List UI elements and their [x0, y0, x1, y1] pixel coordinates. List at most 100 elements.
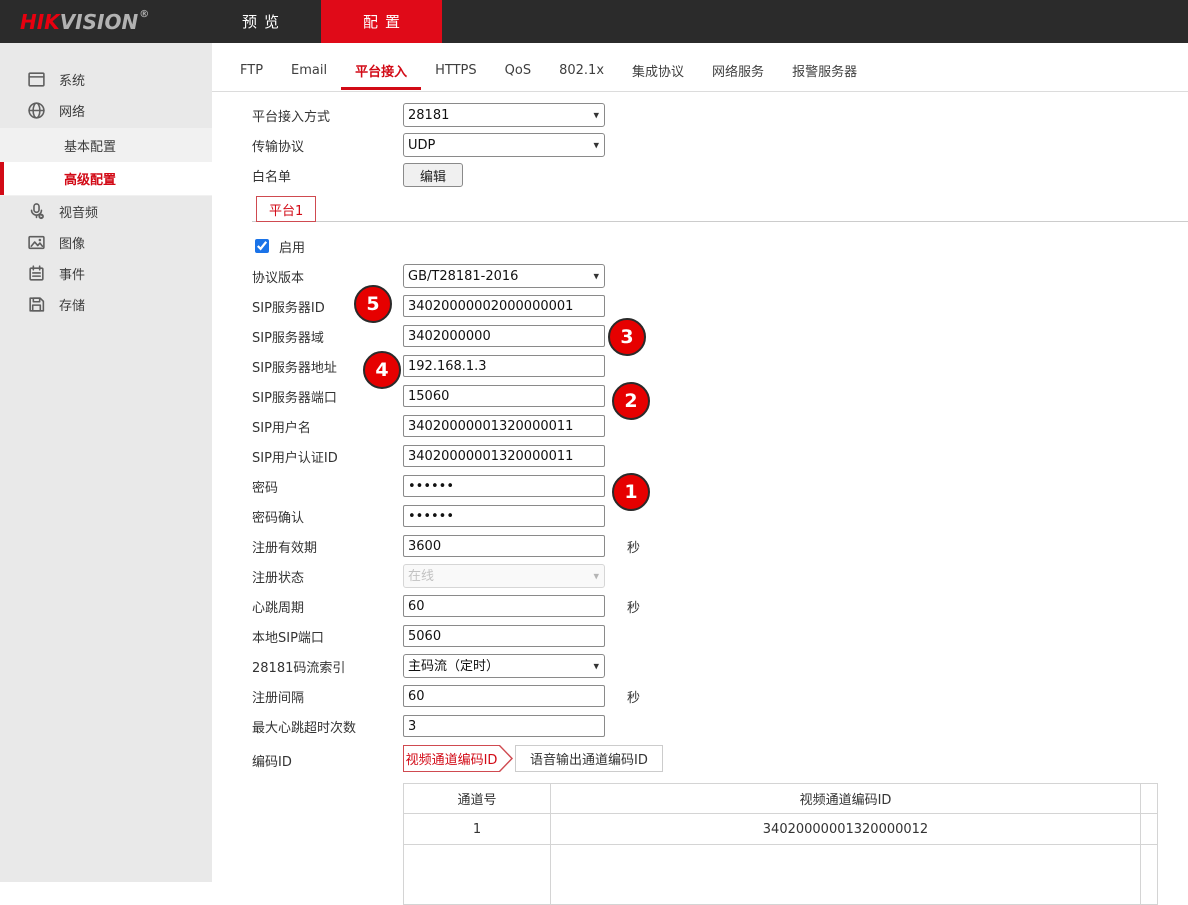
local-sip-port-label: 本地SIP端口 — [252, 627, 403, 646]
table-row[interactable]: 1 34020000001320000012 — [404, 814, 1158, 845]
video-channel-encode-id-header: 视频通道编码ID — [551, 784, 1141, 814]
tab-audio-output-channel-encode-id[interactable]: 语音输出通道编码ID — [515, 745, 663, 772]
tab-ftp[interactable]: FTP — [226, 53, 277, 90]
tab-alarm-server[interactable]: 报警服务器 — [778, 53, 871, 90]
form-row-sip-auth-id: SIP用户认证ID — [212, 441, 1188, 471]
protocol-version-label: 协议版本 — [252, 267, 403, 286]
form-row-platform-access-mode: 平台接入方式 28181 ▾ — [212, 100, 1188, 130]
tab-label: 视频通道编码ID — [403, 745, 500, 772]
sidebar-item-label: 存储 — [59, 295, 85, 314]
tab-email[interactable]: Email — [277, 53, 341, 90]
form-row-whitelist: 白名单 编辑 — [212, 160, 1188, 190]
register-interval-input[interactable] — [403, 685, 605, 707]
max-heartbeat-timeout-input[interactable] — [403, 715, 605, 737]
form-row-sip-server-address: SIP服务器地址 — [212, 351, 1188, 381]
storage-icon — [27, 295, 46, 314]
channel-number-cell: 1 — [404, 814, 551, 845]
register-status-label: 注册状态 — [252, 567, 403, 586]
sidebar-item-system[interactable]: 系统 — [0, 64, 212, 95]
main-content: FTP Email 平台接入 HTTPS QoS 802.1x 集成协议 网络服… — [212, 43, 1188, 905]
annotation-badge-2: 2 — [612, 382, 650, 420]
tab-network-service[interactable]: 网络服务 — [698, 53, 778, 90]
password-confirm-input[interactable] — [403, 505, 605, 527]
encode-id-table: 通道号 视频通道编码ID 1 34020000001320000012 — [403, 783, 1158, 905]
enable-checkbox[interactable] — [255, 239, 269, 253]
transport-protocol-select[interactable]: UDP — [403, 133, 605, 157]
settings-tabbar: FTP Email 平台接入 HTTPS QoS 802.1x 集成协议 网络服… — [212, 43, 1188, 92]
form-row-max-heartbeat-timeout: 最大心跳超时次数 — [212, 711, 1188, 741]
table-row[interactable] — [404, 845, 1158, 905]
table-col-spacer — [1141, 845, 1158, 905]
seconds-unit: 秒 — [627, 687, 640, 706]
tab-platform-1[interactable]: 平台1 — [256, 196, 316, 222]
whitelist-edit-button[interactable]: 编辑 — [403, 163, 463, 187]
register-validity-label: 注册有效期 — [252, 537, 403, 556]
form-row-stream-index: 28181码流索引 主码流（定时） ▾ — [212, 651, 1188, 681]
protocol-version-select-wrap: GB/T28181-2016 ▾ — [403, 264, 605, 288]
sip-server-domain-input[interactable] — [403, 325, 605, 347]
form-row-heartbeat-interval: 心跳周期 秒 — [212, 591, 1188, 621]
nav-tab-preview[interactable]: 预览 — [200, 0, 321, 43]
sip-server-id-input[interactable] — [403, 295, 605, 317]
password-confirm-label: 密码确认 — [252, 507, 403, 526]
sidebar-item-label: 网络 — [59, 101, 85, 120]
tab-qos[interactable]: QoS — [491, 53, 545, 90]
tab-video-channel-encode-id[interactable]: 视频通道编码ID — [403, 745, 513, 772]
password-input[interactable] — [403, 475, 605, 497]
tab-8021x[interactable]: 802.1x — [545, 53, 618, 90]
transport-protocol-select-wrap: UDP ▾ — [403, 133, 605, 157]
annotation-badge-3: 3 — [608, 318, 646, 356]
system-icon — [27, 70, 46, 89]
sip-username-input[interactable] — [403, 415, 605, 437]
platform-access-mode-select[interactable]: 28181 — [403, 103, 605, 127]
local-sip-port-input[interactable] — [403, 625, 605, 647]
stream-index-label: 28181码流索引 — [252, 657, 403, 676]
top-navigation: 预览 配置 — [200, 0, 442, 43]
heartbeat-interval-label: 心跳周期 — [252, 597, 403, 616]
tab-integration-protocol[interactable]: 集成协议 — [618, 53, 698, 90]
encoding-id-row: 编码ID 视频通道编码ID 语音输出通道编码ID — [212, 745, 1188, 772]
nav-tab-configuration[interactable]: 配置 — [321, 0, 442, 43]
sidebar-item-storage[interactable]: 存储 — [0, 289, 212, 320]
tab-https[interactable]: HTTPS — [421, 53, 491, 90]
sip-auth-id-label: SIP用户认证ID — [252, 447, 403, 466]
table-col-spacer — [1141, 784, 1158, 814]
heartbeat-interval-input[interactable] — [403, 595, 605, 617]
sidebar-item-label: 基本配置 — [64, 136, 116, 155]
register-status-select-wrap: 在线 ▾ — [403, 564, 605, 588]
form-row-local-sip-port: 本地SIP端口 — [212, 621, 1188, 651]
sidebar: 系统 网络 基本配置 高级配置 视音频 图像 — [0, 43, 212, 882]
form-row-protocol-version: 协议版本 GB/T28181-2016 ▾ — [212, 261, 1188, 291]
channel-number-header: 通道号 — [404, 784, 551, 814]
platform-access-mode-select-wrap: 28181 ▾ — [403, 103, 605, 127]
register-status-select: 在线 — [403, 564, 605, 588]
form-row-password: 密码 — [212, 471, 1188, 501]
sidebar-item-label: 系统 — [59, 70, 85, 89]
sidebar-item-image[interactable]: 图像 — [0, 227, 212, 258]
stream-index-select[interactable]: 主码流（定时） — [403, 654, 605, 678]
sip-server-port-input[interactable] — [403, 385, 605, 407]
protocol-version-select[interactable]: GB/T28181-2016 — [403, 264, 605, 288]
register-validity-input[interactable] — [403, 535, 605, 557]
form-row-register-status: 注册状态 在线 ▾ — [212, 561, 1188, 591]
platform-access-form: 平台接入方式 28181 ▾ 传输协议 UDP ▾ 白名单 编辑 平台1 启用 … — [212, 92, 1188, 905]
sidebar-item-audio-video[interactable]: 视音频 — [0, 196, 212, 227]
tab-platform-access[interactable]: 平台接入 — [341, 53, 421, 90]
sidebar-item-label: 事件 — [59, 264, 85, 283]
sip-server-address-input[interactable] — [403, 355, 605, 377]
hikvision-logo: HIKVISION® — [0, 0, 190, 43]
sidebar-item-basic-config[interactable]: 基本配置 — [0, 129, 212, 162]
annotation-badge-4: 4 — [363, 351, 401, 389]
sidebar-item-network[interactable]: 网络 — [0, 95, 212, 126]
form-row-sip-server-domain: SIP服务器域 — [212, 321, 1188, 351]
sidebar-item-label: 视音频 — [59, 202, 98, 221]
enable-row: 启用 — [212, 231, 1188, 261]
sidebar-item-label: 图像 — [59, 233, 85, 252]
sidebar-item-label: 高级配置 — [64, 169, 116, 188]
form-row-password-confirm: 密码确认 — [212, 501, 1188, 531]
form-row-sip-server-port: SIP服务器端口 — [212, 381, 1188, 411]
sip-auth-id-input[interactable] — [403, 445, 605, 467]
sidebar-item-event[interactable]: 事件 — [0, 258, 212, 289]
sidebar-item-advanced-config[interactable]: 高级配置 — [0, 162, 212, 195]
password-label: 密码 — [252, 477, 403, 496]
